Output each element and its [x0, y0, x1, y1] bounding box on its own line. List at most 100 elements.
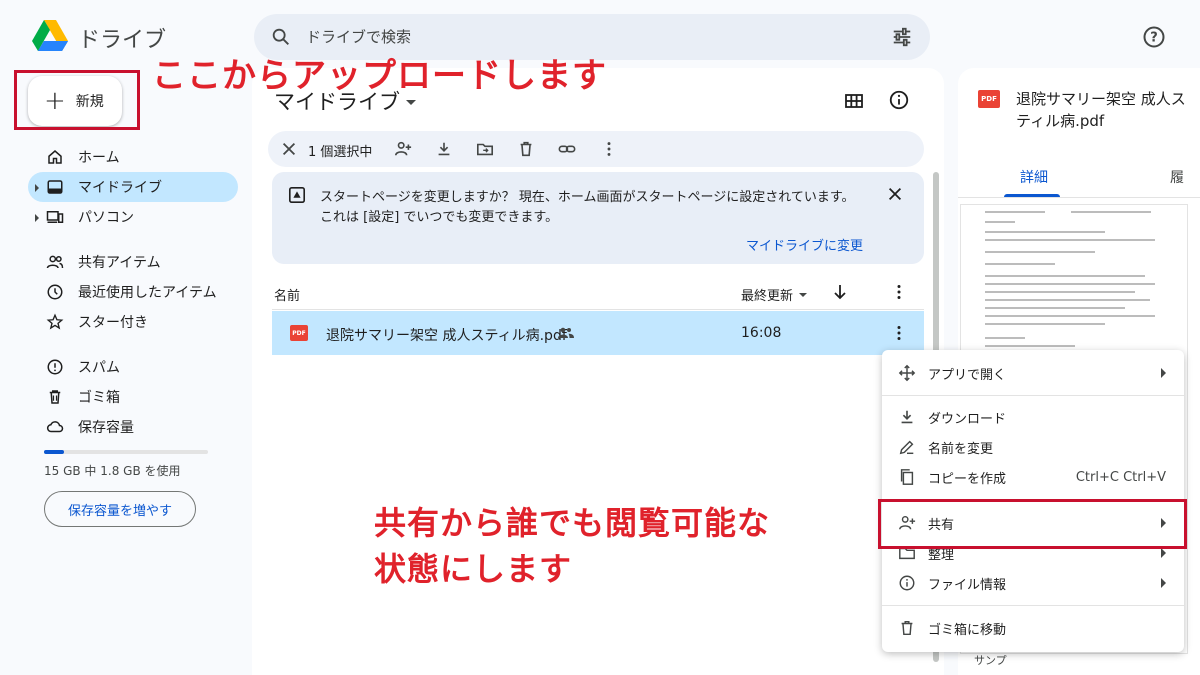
menu-item-make-copy[interactable]: コピーを作成 Ctrl+C Ctrl+V — [882, 462, 1184, 492]
sidebar-item-my-drive[interactable]: マイドライブ — [28, 172, 238, 202]
sidebar-item-shared[interactable]: 共有アイテム — [28, 247, 238, 277]
column-header-label: 最終更新 — [741, 289, 794, 304]
search-icon[interactable] — [270, 26, 292, 48]
info-icon[interactable] — [888, 89, 910, 111]
pdf-file-icon: PDF — [290, 325, 308, 341]
download-icon — [901, 410, 913, 424]
cloud-icon — [46, 421, 64, 433]
close-icon[interactable] — [279, 140, 299, 158]
download-icon[interactable] — [434, 140, 454, 158]
menu-item-label: コピーを作成 — [928, 471, 1007, 487]
close-icon[interactable] — [886, 185, 904, 203]
search-options-icon[interactable] — [890, 26, 914, 48]
expand-caret-icon[interactable] — [35, 184, 39, 192]
menu-item-label: ダウンロード — [928, 411, 1007, 427]
help-icon[interactable]: ? — [1142, 25, 1166, 49]
open-with-icon — [898, 364, 916, 382]
sidebar-item-label: 最近使用したアイテム — [78, 285, 217, 301]
share-icon[interactable] — [393, 140, 413, 158]
more-vert-icon[interactable] — [890, 324, 908, 342]
menu-item-open-with[interactable]: アプリで開く — [882, 358, 1184, 388]
search-input[interactable]: ドライブで検索 — [306, 26, 411, 47]
more-vert-icon[interactable] — [890, 283, 908, 301]
annotation-share: 共有から誰でも閲覧可能な 状態にします — [374, 500, 770, 592]
computer-icon — [46, 211, 64, 223]
menu-item-move-to-trash[interactable]: ゴミ箱に移動 — [882, 613, 1184, 643]
tab-details[interactable]: 詳細 — [1020, 167, 1048, 187]
sidebar-item-label: ゴミ箱 — [78, 390, 120, 406]
tab-activity[interactable]: 履 — [1170, 167, 1184, 187]
pdf-file-icon: PDF — [978, 90, 1000, 108]
submenu-arrow-icon — [1161, 368, 1166, 378]
storage-meter — [44, 450, 208, 454]
trash-icon — [49, 390, 61, 404]
column-header-name[interactable]: 名前 — [274, 285, 300, 304]
change-to-my-drive-link[interactable]: マイドライブに変更 — [746, 235, 863, 254]
sidebar-item-trash[interactable]: ゴミ箱 — [28, 382, 238, 412]
drive-logo-icon[interactable] — [32, 18, 68, 54]
move-folder-icon[interactable] — [475, 140, 495, 158]
sidebar-item-label: スター付き — [78, 315, 148, 331]
menu-divider — [882, 395, 1184, 396]
sort-direction-icon[interactable] — [832, 283, 848, 301]
menu-item-label: 名前を変更 — [928, 441, 994, 457]
menu-divider — [882, 605, 1184, 606]
svg-text:?: ? — [1150, 31, 1158, 46]
submenu-arrow-icon — [1161, 548, 1166, 558]
menu-item-label: ゴミ箱に移動 — [928, 622, 1007, 638]
grid-view-icon[interactable] — [844, 91, 864, 111]
menu-item-shortcut: Ctrl+C Ctrl+V — [1075, 469, 1166, 485]
sidebar-item-label: スパム — [78, 360, 120, 376]
file-name[interactable]: 退院サマリー架空 成人スティル病.pdf — [326, 325, 567, 345]
chevron-down-icon — [406, 99, 416, 105]
sidebar-item-recent[interactable]: 最近使用したアイテム — [28, 277, 238, 307]
sidebar-item-label: ホーム — [78, 150, 120, 166]
menu-item-download[interactable]: ダウンロード — [882, 402, 1184, 432]
banner-message-2: これは [設定] でいつでも変更できます。 — [320, 210, 559, 225]
annotation-upload: ここからアップロードします — [152, 56, 607, 96]
trash-icon[interactable] — [516, 140, 536, 158]
divider — [958, 197, 1200, 198]
menu-item-label: ファイル情報 — [928, 577, 1007, 593]
spam-icon — [47, 359, 63, 375]
sidebar-item-label: 保存容量 — [78, 420, 134, 436]
more-vert-icon[interactable] — [599, 140, 619, 158]
sidebar-item-starred[interactable]: スター付き — [28, 307, 238, 337]
sidebar-item-computers[interactable]: パソコン — [28, 202, 238, 232]
people-icon — [46, 255, 64, 269]
trash-icon — [901, 620, 913, 636]
storage-meter-fill — [44, 450, 64, 454]
new-button-highlight — [14, 70, 140, 130]
expand-caret-icon[interactable] — [35, 214, 39, 222]
drive-icon — [47, 180, 63, 194]
rename-icon — [899, 440, 914, 455]
drive-icon — [288, 186, 306, 204]
link-icon[interactable] — [557, 140, 577, 158]
sidebar-item-storage[interactable]: 保存容量 — [28, 412, 238, 442]
sidebar-item-label: 共有アイテム — [78, 255, 161, 271]
copy-icon — [900, 469, 914, 485]
info-icon — [899, 575, 915, 591]
selection-count: 1 個選択中 — [308, 145, 373, 160]
get-more-storage-button[interactable]: 保存容量を増やす — [44, 491, 196, 527]
share-highlight — [878, 499, 1187, 549]
file-modified-time: 16:08 — [741, 325, 782, 341]
details-file-title: 退院サマリー架空 成人スティル病.pdf — [1016, 90, 1186, 130]
home-icon — [48, 150, 62, 164]
banner-message: スタートページを変更しますか？ 現在、ホーム画面がスタートページに設定されていま… — [320, 190, 855, 205]
sidebar-item-label: パソコン — [78, 210, 134, 226]
menu-item-file-info[interactable]: ファイル情報 — [882, 568, 1184, 598]
star-icon — [46, 313, 64, 330]
clock-icon — [47, 284, 63, 300]
column-header-modified[interactable]: 最終更新 — [741, 285, 808, 304]
drive-app: ドライブ ドライブで検索 ? + 新規 ホーム マイドライブ パソコン 共有アイ… — [0, 0, 1200, 675]
storage-usage-text: 15 GB 中 1.8 GB を使用 — [44, 464, 181, 478]
chevron-down-icon — [799, 292, 808, 297]
menu-item-rename[interactable]: 名前を変更 — [882, 432, 1184, 462]
annotation-share-line2: 状態にします — [374, 550, 573, 588]
sidebar-item-spam[interactable]: スパム — [28, 352, 238, 382]
shared-people-icon — [558, 327, 574, 338]
annotation-share-line1: 共有から誰でも閲覧可能な — [374, 504, 771, 542]
sidebar-item-home[interactable]: ホーム — [28, 142, 238, 172]
divider — [272, 309, 924, 310]
